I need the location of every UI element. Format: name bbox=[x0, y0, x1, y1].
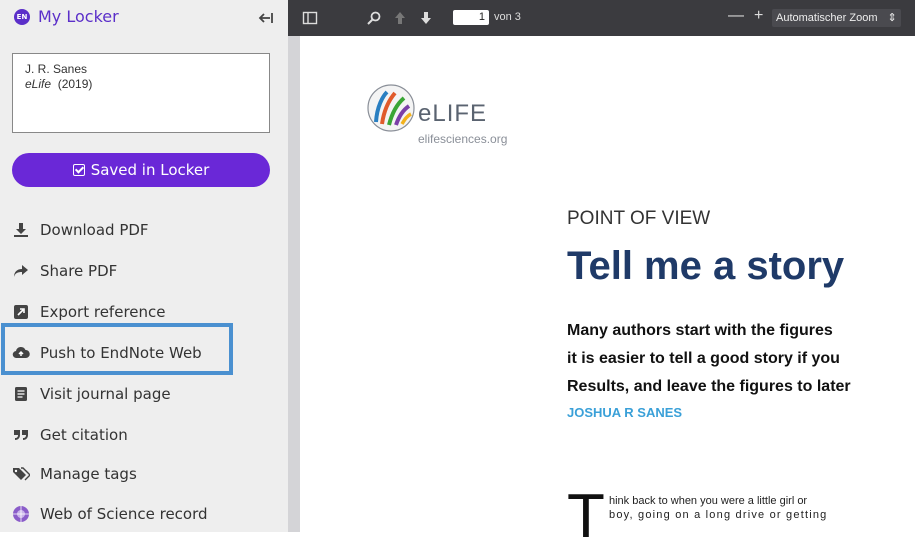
pdf-page: eLIFE elifesciences.org POINT OF VIEW Te… bbox=[300, 36, 915, 548]
pdf-viewer: 1 von 3 — + Automatischer Zoom ⇕ eLIFE el… bbox=[288, 0, 915, 548]
export-icon bbox=[12, 303, 30, 321]
share-arrow-icon bbox=[12, 262, 30, 280]
article-kicker: POINT OF VIEW bbox=[567, 208, 711, 229]
get-citation-item[interactable]: Get citation bbox=[12, 424, 128, 446]
previous-page-button[interactable] bbox=[392, 10, 408, 26]
reference-author: J. R. Sanes bbox=[25, 62, 88, 76]
quote-icon bbox=[12, 426, 30, 444]
arrow-down-icon bbox=[421, 12, 431, 24]
collapse-sidebar-button[interactable] bbox=[256, 8, 276, 28]
reference-year: (2019) bbox=[57, 77, 93, 91]
article-body: hink back to when you were a little girl… bbox=[609, 494, 915, 522]
visit-journal-label: Visit journal page bbox=[40, 385, 171, 403]
sidebar-toggle-icon bbox=[302, 11, 318, 25]
select-arrows-icon: ⇕ bbox=[887, 12, 897, 24]
article-author: JOSHUA R SANES bbox=[567, 405, 683, 420]
body-line: boy, going on a long drive or getting bbox=[609, 509, 828, 521]
next-page-button[interactable] bbox=[418, 10, 434, 26]
elife-logo-text: eLIFE bbox=[418, 100, 488, 127]
sidebar-toggle-button[interactable] bbox=[302, 10, 318, 26]
locker-header: EN My Locker bbox=[10, 6, 276, 30]
get-citation-label: Get citation bbox=[40, 426, 128, 444]
saved-label: Saved in Locker bbox=[90, 161, 210, 179]
abstract-line: Many authors start with the figures bbox=[567, 322, 833, 339]
zoom-in-button[interactable]: + bbox=[754, 6, 763, 26]
saved-in-locker-button[interactable]: Saved in Locker bbox=[12, 153, 270, 187]
share-pdf-item[interactable]: Share PDF bbox=[12, 260, 117, 282]
locker-title[interactable]: My Locker bbox=[38, 6, 119, 28]
pdf-toolbar: 1 von 3 — + Automatischer Zoom ⇕ bbox=[288, 0, 915, 36]
endnote-badge-icon: EN bbox=[14, 9, 30, 25]
export-reference-label: Export reference bbox=[40, 303, 166, 321]
highlight-frame bbox=[1, 323, 233, 375]
reference-source: eLife (2019) bbox=[25, 77, 257, 92]
manage-tags-label: Manage tags bbox=[40, 465, 137, 483]
dropcap-letter: T bbox=[567, 482, 605, 551]
web-of-science-label: Web of Science record bbox=[40, 505, 208, 523]
zoom-select[interactable]: Automatischer Zoom ⇕ bbox=[772, 9, 901, 27]
reference-journal: eLife bbox=[25, 77, 52, 91]
share-pdf-label: Share PDF bbox=[40, 262, 118, 280]
arrow-up-icon bbox=[395, 12, 405, 24]
abstract-line: it is easier to tell a good story if you bbox=[567, 350, 840, 367]
download-icon bbox=[12, 221, 30, 239]
collapse-arrow-icon bbox=[258, 13, 273, 23]
download-pdf-label: Download PDF bbox=[40, 221, 149, 239]
page-count-label: von 3 bbox=[494, 11, 521, 23]
search-icon bbox=[367, 11, 381, 25]
document-icon bbox=[12, 385, 30, 403]
body-line: hink back to when you were a little girl… bbox=[609, 495, 808, 507]
reference-card: J. R. Sanes eLife (2019) bbox=[12, 53, 270, 133]
find-button[interactable] bbox=[366, 10, 382, 26]
article-title: Tell me a story bbox=[567, 244, 845, 288]
abstract-line: Results, and leave the figures to later bbox=[567, 378, 851, 395]
manage-tags-item[interactable]: Manage tags bbox=[12, 463, 137, 485]
page-number-input[interactable]: 1 bbox=[453, 10, 489, 25]
elife-url: elifesciences.org bbox=[418, 132, 508, 146]
export-reference-item[interactable]: Export reference bbox=[12, 301, 166, 323]
zoom-out-button[interactable]: — bbox=[728, 6, 744, 26]
zoom-select-value: Automatischer Zoom bbox=[776, 12, 878, 24]
web-of-science-icon bbox=[12, 505, 30, 523]
elife-logo-icon bbox=[367, 84, 415, 132]
tag-icon bbox=[12, 465, 30, 483]
visit-journal-item[interactable]: Visit journal page bbox=[12, 383, 171, 405]
download-pdf-item[interactable]: Download PDF bbox=[12, 219, 149, 241]
locker-sidebar: EN My Locker J. R. Sanes eLife (2019) Sa… bbox=[0, 0, 288, 532]
article-abstract: Many authors start with the figures it i… bbox=[567, 317, 915, 401]
web-of-science-item[interactable]: Web of Science record bbox=[12, 503, 208, 525]
checkbox-icon bbox=[72, 164, 85, 176]
